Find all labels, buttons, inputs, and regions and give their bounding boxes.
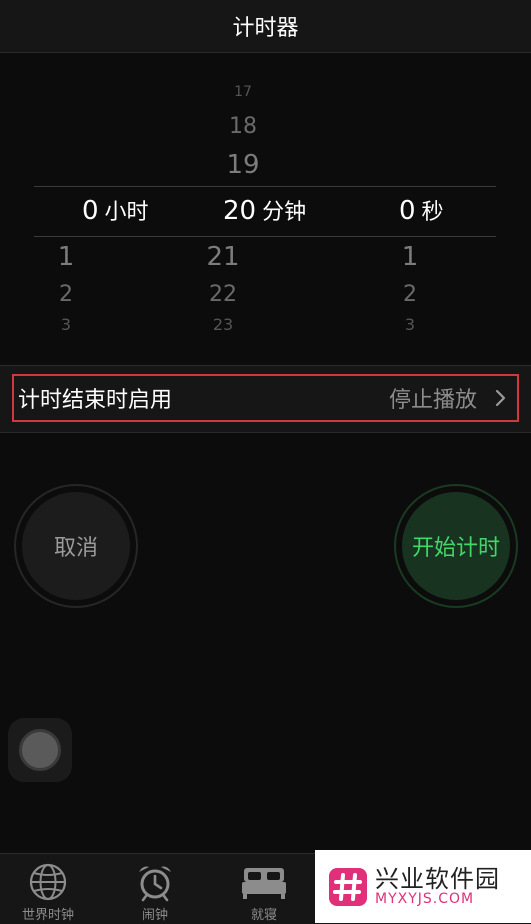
page-title: 计时器 [232, 16, 299, 41]
bed-icon [242, 868, 286, 899]
minutes-value: 20 [223, 196, 257, 226]
minutes-unit: 分钟 [262, 200, 307, 225]
seconds-wheel[interactable]: 0 秒 1 2 3 [341, 70, 481, 350]
tab-world-clock-label: 世界时钟 [21, 908, 74, 923]
tab-bedtime[interactable]: 就寝 [216, 862, 312, 923]
timer-end-label: 计时结束时启用 [18, 388, 173, 413]
watermark-name: 兴业软件园 [375, 864, 500, 893]
globe-icon [29, 863, 67, 901]
hours-value: 0 [82, 196, 99, 226]
minutes-option[interactable]: 18 [173, 114, 313, 139]
start-label: 开始计时 [402, 492, 510, 600]
hash-logo [329, 867, 367, 906]
tab-alarm-label: 闹钟 [141, 908, 168, 923]
seconds-option[interactable]: 1 [339, 242, 481, 272]
minutes-option[interactable]: 19 [173, 150, 313, 180]
start-button[interactable]: 开始计时 [394, 484, 518, 608]
time-picker[interactable]: 0 小时 1 2 3 17 18 19 20 分钟 21 22 23 0 秒 1… [0, 70, 531, 350]
highlight-box[interactable]: 计时结束时启用 停止播放 [12, 374, 519, 422]
tab-alarm[interactable]: 闹钟 [107, 862, 203, 923]
hours-wheel[interactable]: 0 小时 1 2 3 [28, 70, 168, 350]
watermark-domain: MYXYJS.COM [375, 890, 475, 907]
tab-bedtime-label: 就寝 [250, 908, 277, 923]
seconds-unit: 秒 [421, 200, 444, 225]
seconds-value: 0 [399, 196, 416, 226]
hours-unit: 小时 [104, 200, 149, 225]
seconds-option[interactable]: 2 [339, 282, 481, 307]
nav-bar: 计时器 [0, 0, 531, 53]
alarm-clock-icon [139, 866, 171, 902]
assistive-touch-icon [19, 729, 61, 771]
minutes-selected: 20 分钟 [223, 194, 306, 232]
cancel-label: 取消 [22, 492, 130, 600]
cancel-button[interactable]: 取消 [14, 484, 138, 608]
seconds-option[interactable]: 3 [339, 315, 481, 334]
seconds-selected: 0 秒 [399, 194, 444, 232]
minutes-option[interactable]: 22 [133, 282, 313, 307]
assistive-touch-button[interactable] [8, 718, 72, 782]
hours-selected: 0 小时 [82, 194, 149, 232]
timer-end-value: 停止播放 [388, 388, 477, 413]
tab-world-clock[interactable]: 世界时钟 [0, 862, 96, 923]
minutes-option[interactable]: 23 [133, 315, 313, 334]
minutes-wheel[interactable]: 17 18 19 20 分钟 21 22 23 [173, 70, 313, 350]
chevron-right-icon [495, 389, 506, 407]
timer-end-setting-row[interactable]: 计时结束时启用 停止播放 [0, 365, 531, 433]
minutes-option[interactable]: 17 [173, 84, 313, 100]
minutes-option[interactable]: 21 [133, 242, 313, 272]
watermark: 兴业软件园 MYXYJS.COM [315, 850, 531, 923]
